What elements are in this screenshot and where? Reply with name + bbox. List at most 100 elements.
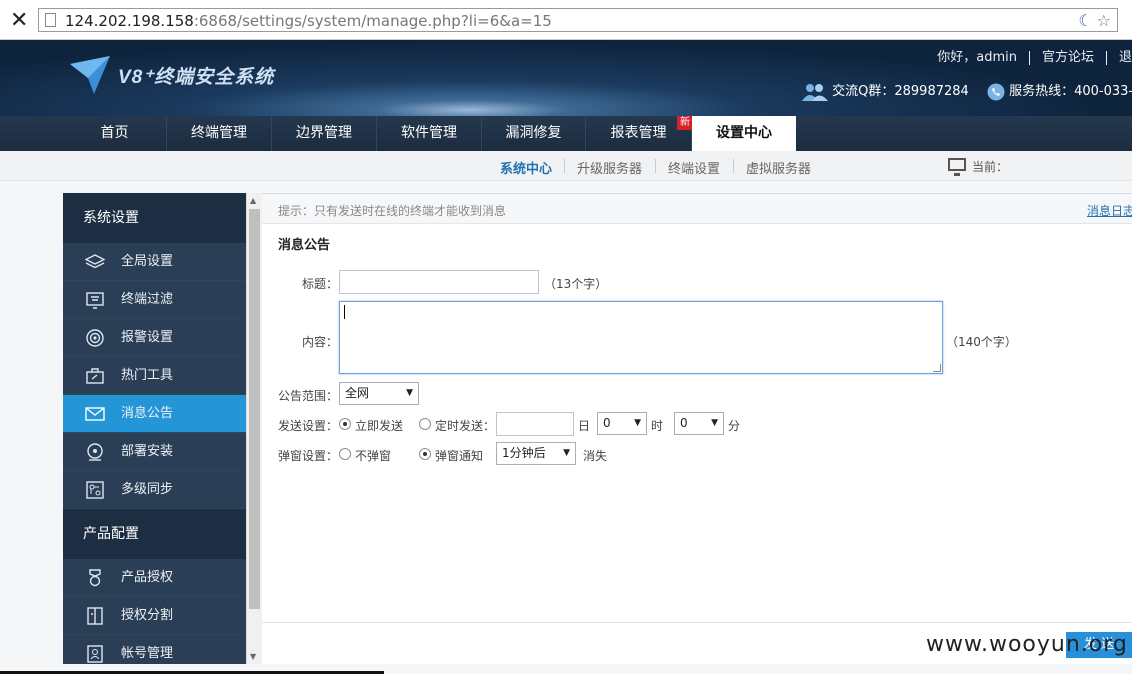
divider bbox=[733, 159, 734, 173]
divider bbox=[655, 159, 656, 173]
hour-unit: 时 bbox=[651, 419, 664, 433]
header-contact: 交流Q群：289987284 服务热线：400-033-90 bbox=[802, 80, 1132, 101]
sub-nav: 系统中心 升级服务器 终端设置 虚拟服务器 当前： bbox=[0, 151, 1132, 181]
sidebar-item-label: 帐号管理 bbox=[121, 646, 174, 661]
sidebar-item-account-management[interactable]: 帐号管理 bbox=[63, 635, 246, 664]
popup-none-label: 不弹窗 bbox=[355, 449, 392, 463]
sidebar-item-popular-tools[interactable]: 热门工具 bbox=[63, 357, 246, 395]
sidebar-item-label: 多级同步 bbox=[121, 482, 174, 497]
sidebar-item-label: 消息公告 bbox=[121, 406, 174, 421]
header-links: 你好，admin 官方论坛 退 bbox=[937, 46, 1132, 65]
popup-none-radio[interactable] bbox=[339, 448, 351, 460]
sync-icon bbox=[86, 481, 104, 499]
tip-bar: 提示：只有发送时在线的终端才能收到消息 消息日志 bbox=[262, 194, 1132, 224]
content-textarea[interactable] bbox=[339, 301, 943, 374]
send-now-radio[interactable] bbox=[339, 418, 351, 430]
divider bbox=[262, 622, 1132, 623]
sidebar-item-license-split[interactable]: 授权分割 bbox=[63, 597, 246, 635]
nav-software[interactable]: 软件管理 bbox=[377, 116, 482, 151]
title-limit: （13个字） bbox=[544, 277, 608, 291]
popup-label: 弹窗设置： bbox=[278, 449, 339, 463]
sidebar-item-label: 报警设置 bbox=[121, 330, 174, 345]
layers-icon bbox=[85, 254, 105, 269]
sidebar-item-label: 产品授权 bbox=[121, 570, 174, 585]
sidebar-item-product-license[interactable]: 产品授权 bbox=[63, 559, 246, 597]
greeting: 你好，admin bbox=[937, 50, 1017, 65]
sidebar-item-deploy-install[interactable]: 部署安装 bbox=[63, 433, 246, 471]
logo-text: V8⁺终端安全系统 bbox=[118, 67, 275, 88]
sidebar-item-global-settings[interactable]: 全局设置 bbox=[63, 243, 246, 281]
scope-select[interactable]: 全网 ▼ bbox=[339, 382, 419, 405]
close-icon[interactable]: ✕ bbox=[10, 8, 28, 33]
minute-unit: 分 bbox=[728, 419, 741, 433]
send-timed-radio[interactable] bbox=[419, 418, 431, 430]
sidebar-item-terminal-filter[interactable]: 终端过滤 bbox=[63, 281, 246, 319]
address-bar[interactable]: 124.202.198.158:6868/settings/system/man… bbox=[38, 8, 1118, 32]
scrollbar-thumb[interactable] bbox=[249, 209, 260, 609]
scroll-down-icon[interactable]: ▼ bbox=[250, 652, 256, 661]
sidebar-item-label: 授权分割 bbox=[121, 608, 174, 623]
sidebar-item-label: 全局设置 bbox=[121, 254, 174, 269]
nav-boundary[interactable]: 边界管理 bbox=[272, 116, 377, 151]
title-input[interactable] bbox=[339, 270, 539, 294]
site-header: V8⁺终端安全系统 你好，admin 官方论坛 退 交流Q群：289987284 服… bbox=[0, 40, 1132, 116]
hour-value: 0 bbox=[603, 416, 611, 430]
scroll-up-icon[interactable]: ▲ bbox=[250, 196, 256, 205]
chevron-down-icon: ▼ bbox=[563, 448, 570, 458]
moon-icon[interactable]: ☾ bbox=[1078, 11, 1092, 30]
logout-link[interactable]: 退 bbox=[1119, 50, 1132, 65]
minute-value: 0 bbox=[680, 416, 688, 430]
sidebar-item-alarm-settings[interactable]: 报警设置 bbox=[63, 319, 246, 357]
url-host: 124.202.198.158 bbox=[65, 12, 194, 30]
sidebar-item-label: 热门工具 bbox=[121, 368, 174, 383]
sidebar-item-label: 终端过滤 bbox=[121, 292, 174, 307]
page-title: 消息公告 bbox=[278, 238, 331, 253]
nav-label: 软件管理 bbox=[401, 125, 457, 141]
new-badge: 新 bbox=[677, 116, 693, 130]
divider bbox=[1028, 50, 1030, 65]
forum-link[interactable]: 官方论坛 bbox=[1042, 50, 1094, 65]
nav-terminal[interactable]: 终端管理 bbox=[167, 116, 272, 151]
minute-select[interactable]: 0 ▼ bbox=[674, 412, 724, 435]
popup-duration-value: 1分钟后 bbox=[502, 446, 546, 460]
popup-duration-select[interactable]: 1分钟后 ▼ bbox=[496, 442, 576, 465]
send-now-label: 立即发送 bbox=[355, 419, 404, 433]
date-input[interactable] bbox=[496, 412, 574, 436]
hour-select[interactable]: 0 ▼ bbox=[597, 412, 647, 435]
nav-label: 终端管理 bbox=[191, 125, 247, 141]
day-unit: 日 bbox=[578, 419, 591, 433]
tip-text: 提示：只有发送时在线的终端才能收到消息 bbox=[278, 204, 507, 218]
nav-label: 设置中心 bbox=[716, 125, 772, 141]
sidebar-section-system: 系统设置 bbox=[63, 193, 246, 243]
sidebar-item-multi-sync[interactable]: 多级同步 bbox=[63, 471, 246, 509]
message-log-link[interactable]: 消息日志 bbox=[1087, 202, 1132, 219]
star-icon[interactable]: ☆ bbox=[1097, 11, 1111, 30]
current-label: 当前： bbox=[972, 160, 1009, 174]
sidebar-item-announcements[interactable]: 消息公告 bbox=[63, 395, 246, 433]
popup-notify-label: 弹窗通知 bbox=[435, 449, 484, 463]
users-icon bbox=[802, 83, 828, 101]
subnav-upgrade-server[interactable]: 升级服务器 bbox=[577, 158, 642, 177]
nav-label: 漏洞修复 bbox=[505, 125, 562, 141]
resize-grip-icon[interactable] bbox=[933, 364, 941, 372]
sidebar-scrollbar[interactable]: ▲ ▼ bbox=[246, 193, 262, 664]
filter-icon bbox=[86, 292, 104, 309]
nav-reports[interactable]: 报表管理新 bbox=[586, 116, 693, 151]
hotline: 服务热线：400-033-90 bbox=[1009, 84, 1132, 99]
alarm-icon bbox=[86, 329, 104, 347]
subnav-system-center[interactable]: 系统中心 bbox=[500, 158, 552, 177]
logo-icon bbox=[70, 56, 110, 94]
qq-group: 交流Q群：289987284 bbox=[832, 84, 969, 99]
account-icon bbox=[87, 645, 103, 663]
chevron-down-icon: ▼ bbox=[711, 418, 718, 428]
nav-settings[interactable]: 设置中心 bbox=[692, 116, 796, 151]
popup-suffix: 消失 bbox=[583, 449, 608, 463]
nav-vuln-repair[interactable]: 漏洞修复 bbox=[482, 116, 586, 151]
subnav-virtual-server[interactable]: 虚拟服务器 bbox=[746, 158, 811, 177]
toolbox-icon bbox=[86, 368, 104, 384]
send-timed-label: 定时发送： bbox=[435, 419, 496, 433]
subnav-terminal-settings[interactable]: 终端设置 bbox=[668, 158, 720, 177]
nav-home[interactable]: 首页 bbox=[63, 116, 167, 151]
url-path: :6868/settings/system/manage.php?li=6&a=… bbox=[193, 12, 552, 30]
popup-notify-radio[interactable] bbox=[419, 448, 431, 460]
